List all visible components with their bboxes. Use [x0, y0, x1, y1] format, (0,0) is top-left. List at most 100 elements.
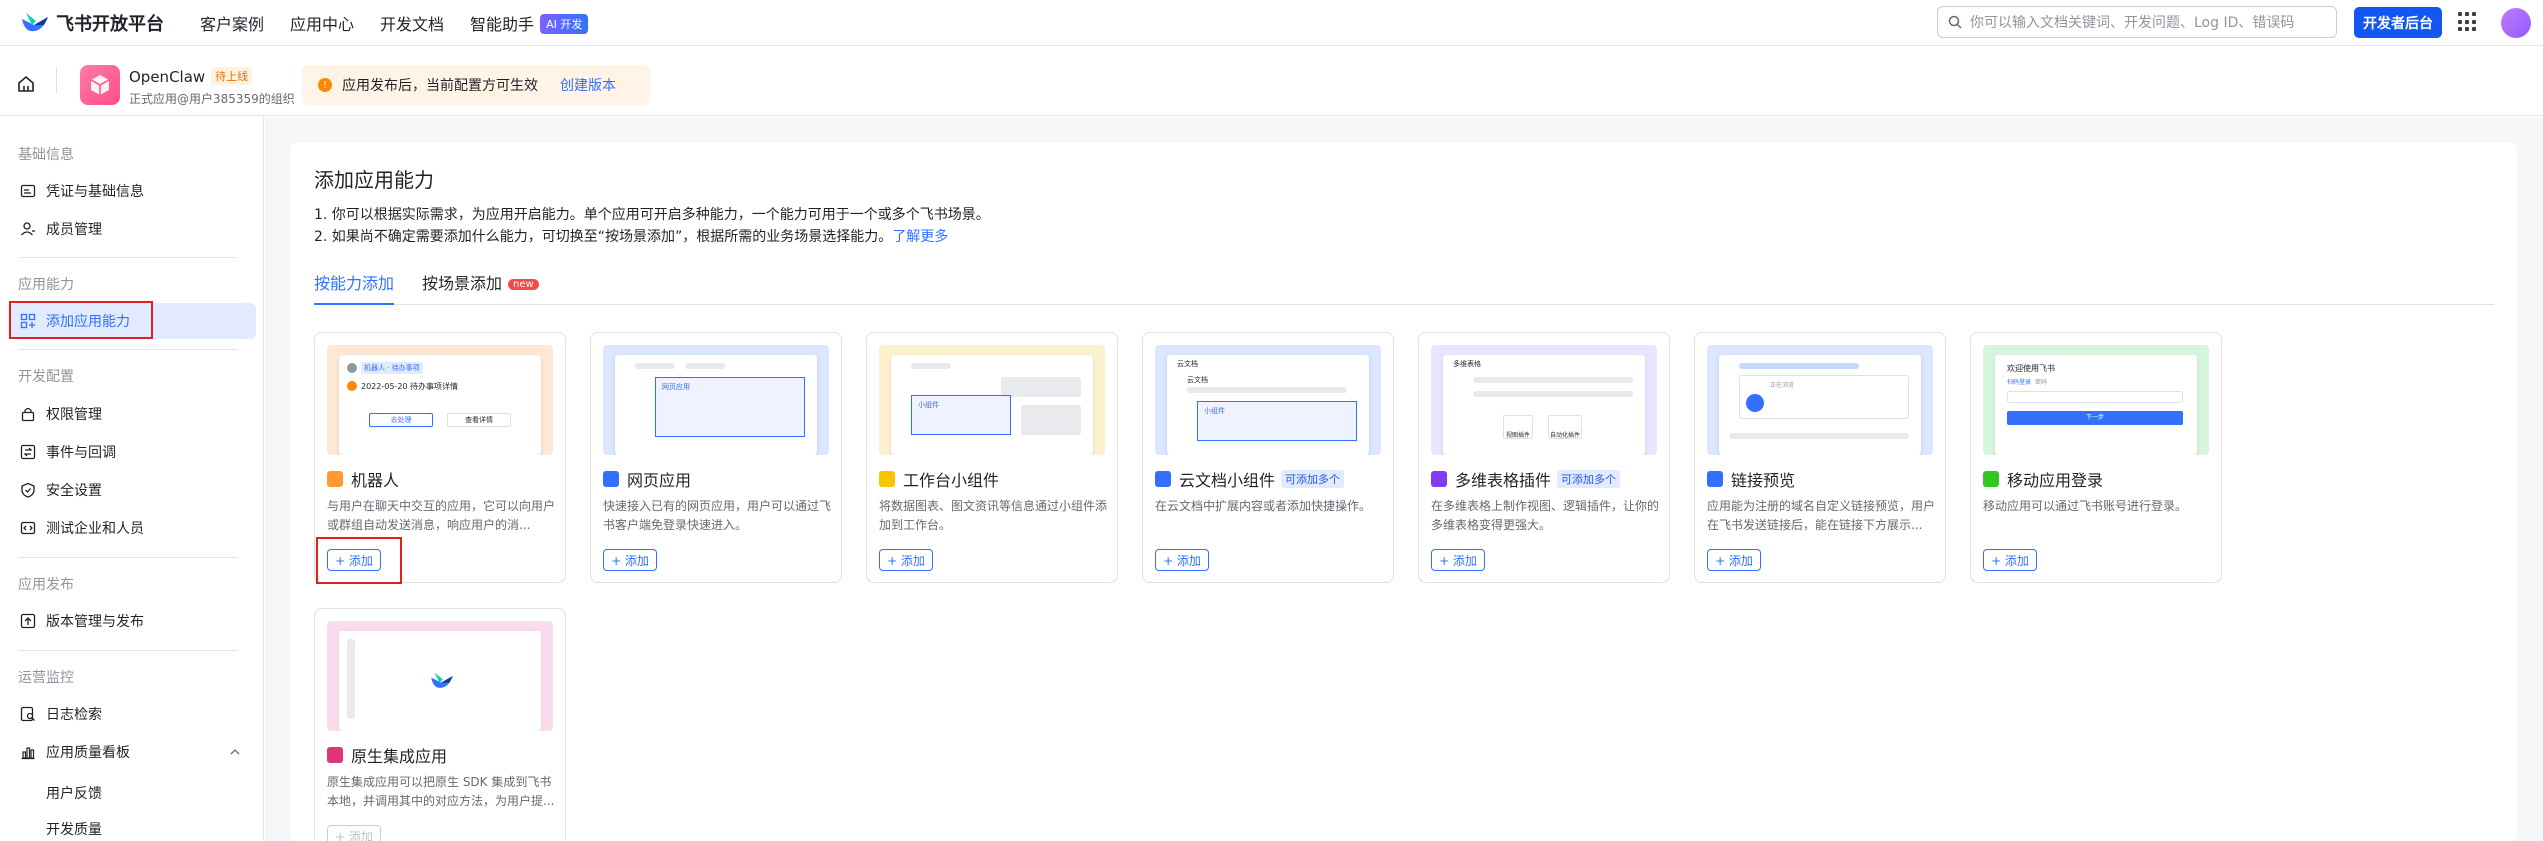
sidebar-item-label: 事件与回调 — [46, 445, 116, 461]
shield-icon — [21, 482, 35, 498]
capability-card-mobile-login[interactable]: 欢迎使用飞书 扫码登录 密码 下一步 移动应用登录 移动应用可以通过飞书账号进行… — [1970, 332, 2222, 583]
base-plugin-preview-frame: 多维表格 视图插件 自动化插件 — [1443, 355, 1645, 455]
sidebar-item-events[interactable]: 事件与回调 — [10, 434, 256, 470]
nav-customer-cases[interactable]: 客户案例 — [200, 11, 264, 35]
sidebar-item-quality[interactable]: 应用质量看板 — [10, 734, 256, 770]
ai-dev-badge: AI 开发 — [540, 13, 589, 34]
divider — [18, 257, 238, 258]
multi-add-tag: 可添加多个 — [1281, 470, 1345, 488]
sidebar-section-capabilities: 应用能力 — [18, 277, 74, 293]
link-card: 正在浏览 — [1739, 375, 1909, 419]
tab-by-capability[interactable]: 按能力添加 — [314, 270, 395, 305]
doc-title: 云文档 — [1177, 360, 1198, 368]
developer-console-button[interactable]: 开发者后台 — [2354, 7, 2442, 38]
card-title: 云文档小组件 可添加多个 — [1155, 467, 1345, 491]
sidebar-item-label: 成员管理 — [46, 222, 102, 238]
bot-preview-image: 机器人 · 待办事项 2022-05-20 待办事项详情 去处理 查看详情 — [327, 345, 553, 455]
card-title: 链接预览 — [1707, 467, 1795, 491]
search-input[interactable]: 你可以输入文档关键词、开发问题、Log ID、错误码 — [1937, 6, 2337, 38]
sidebar-item-label: 权限管理 — [46, 407, 102, 423]
warning-icon: ! — [318, 78, 332, 92]
web-app-label: 网页应用 — [662, 383, 690, 391]
sidebar-item-feedback[interactable]: 用户反馈 — [46, 783, 102, 803]
sidebar-item-dev-quality[interactable]: 开发质量 — [46, 819, 102, 839]
add-mobile-login-button[interactable]: + 添加 — [1983, 549, 2037, 571]
add-link-preview-button[interactable]: + 添加 — [1707, 549, 1761, 571]
widget-preview-frame: 小组件 — [891, 355, 1093, 455]
new-badge: new — [508, 279, 539, 290]
sidebar: 基础信息 凭证与基础信息 成员管理 应用能力 添加应用能力 开发配置 权限管理 … — [0, 117, 264, 841]
doc-icon — [1155, 471, 1171, 487]
login-next-button: 下一步 — [2007, 411, 2183, 425]
capability-card-doc-widget[interactable]: 云文档 云文档 小组件 云文档小组件 可添加多个 在云文档中扩展内容或者添加快捷操… — [1142, 332, 1394, 583]
nav-app-center[interactable]: 应用中心 — [290, 11, 354, 35]
nav-ai-assistant[interactable]: 智能助手 AI 开发 — [470, 11, 589, 35]
placeholder-line — [1473, 391, 1633, 397]
doc-widget-highlight: 小组件 — [1197, 401, 1357, 441]
top-navigation-bar: 飞书开放平台 客户案例 应用中心 开发文档 智能助手 AI 开发 你可以输入文档关… — [0, 0, 2543, 46]
card-title: 移动应用登录 — [1983, 467, 2103, 491]
doc-widget-preview-image: 云文档 云文档 小组件 — [1155, 345, 1381, 455]
capability-card-link-preview[interactable]: 正在浏览 链接预览 应用能为注册的域名自定义链接预览，用户在飞书发送链接后，能在… — [1694, 332, 1946, 583]
mobile-login-preview-image: 欢迎使用飞书 扫码登录 密码 下一步 — [1983, 345, 2209, 455]
link-preview-preview-frame: 正在浏览 — [1719, 355, 1921, 455]
sidebar-item-version[interactable]: 版本管理与发布 — [10, 603, 256, 639]
placeholder-line — [685, 363, 725, 369]
event-callback-icon — [20, 444, 36, 460]
add-base-plugin-button[interactable]: + 添加 — [1431, 549, 1485, 571]
web-app-preview-frame: 网页应用 — [615, 355, 817, 455]
log-search-icon — [20, 706, 35, 722]
sidebar-section-basic: 基础信息 — [18, 147, 74, 163]
sidebar-item-logs[interactable]: 日志检索 — [10, 696, 256, 732]
user-avatar[interactable] — [2501, 8, 2531, 38]
sidebar-item-credentials[interactable]: 凭证与基础信息 — [10, 173, 256, 209]
app-name: OpenClaw 待上线 — [129, 67, 253, 86]
chevron-up-icon[interactable] — [230, 748, 240, 756]
add-web-app-button[interactable]: + 添加 — [603, 549, 657, 571]
bot-preview-frame: 机器人 · 待办事项 2022-05-20 待办事项详情 去处理 查看详情 — [339, 355, 541, 455]
learn-more-link[interactable]: 了解更多 — [892, 229, 948, 245]
home-icon[interactable] — [16, 74, 36, 94]
divider — [56, 68, 57, 94]
create-version-link[interactable]: 创建版本 — [560, 75, 616, 95]
doc-widget-preview-frame: 云文档 云文档 小组件 — [1167, 355, 1369, 455]
feishu-logo-icon — [431, 672, 453, 688]
card-title-text: 链接预览 — [1731, 471, 1796, 490]
widget-label: 小组件 — [918, 401, 939, 409]
placeholder-line — [911, 363, 951, 369]
sidebar-item-label: 凭证与基础信息 — [46, 184, 144, 200]
tab-by-scenario[interactable]: 按场景添加 new — [422, 270, 539, 305]
card-title: 原生集成应用 — [327, 743, 447, 767]
widget-grid-icon — [879, 471, 895, 487]
base-title: 多维表格 — [1453, 360, 1481, 368]
sidebar-item-permissions[interactable]: 权限管理 — [10, 396, 256, 432]
card-title-text: 网页应用 — [627, 471, 692, 490]
card-description: 在云文档中扩展内容或者添加快捷操作。 — [1155, 499, 1372, 513]
add-native-app-button[interactable]: + 添加 — [327, 825, 381, 841]
sidebar-item-test[interactable]: 测试企业和人员 — [10, 510, 256, 546]
card-description: 快速接入已有的网页应用，用户可以通过飞书客户端免登录快速进入。 — [603, 499, 831, 532]
capability-card-base-plugin[interactable]: 多维表格 视图插件 自动化插件 多维表格插件 可添加多个 在多维表格上制作视图、逻… — [1418, 332, 1670, 583]
capability-card-native-app[interactable]: 原生集成应用 原生集成应用可以把原生 SDK 集成到飞书本地，并调用其中的对应方… — [314, 608, 566, 841]
capability-card-workplace-widget[interactable]: 小组件 工作台小组件 将数据图表、图文资讯等信息通过小组件添加到工作台。 + 添… — [866, 332, 1118, 583]
card-title-text: 机器人 — [351, 471, 400, 490]
placeholder-line — [1473, 377, 1633, 383]
app-header-bar: OpenClaw 待上线 正式应用@用户385359的组织 ! 应用发布后，当前配… — [0, 46, 2543, 116]
sidebar-item-label: 版本管理与发布 — [46, 614, 144, 630]
sidebar-item-members[interactable]: 成员管理 — [10, 211, 256, 247]
avatar — [347, 363, 357, 373]
sidebar-section-dev-config: 开发配置 — [18, 369, 74, 385]
placeholder-line — [1187, 387, 1347, 393]
divider — [18, 650, 238, 651]
add-workplace-widget-button[interactable]: + 添加 — [879, 549, 933, 571]
add-doc-widget-button[interactable]: + 添加 — [1155, 549, 1209, 571]
login-tab: 密码 — [2035, 379, 2048, 386]
web-app-preview-image: 网页应用 — [603, 345, 829, 455]
card-title-text: 多维表格插件 — [1455, 471, 1552, 490]
capability-card-web-app[interactable]: 网页应用 网页应用 快速接入已有的网页应用，用户可以通过飞书客户端免登录快速进入… — [590, 332, 842, 583]
sidebar-item-security[interactable]: 安全设置 — [10, 472, 256, 508]
bot-message-line: 2022-05-20 待办事项详情 — [361, 382, 459, 391]
nav-dev-docs[interactable]: 开发文档 — [380, 11, 444, 35]
app-grid-icon[interactable] — [2458, 12, 2478, 32]
brand-logo[interactable]: 飞书开放平台 — [20, 10, 200, 36]
